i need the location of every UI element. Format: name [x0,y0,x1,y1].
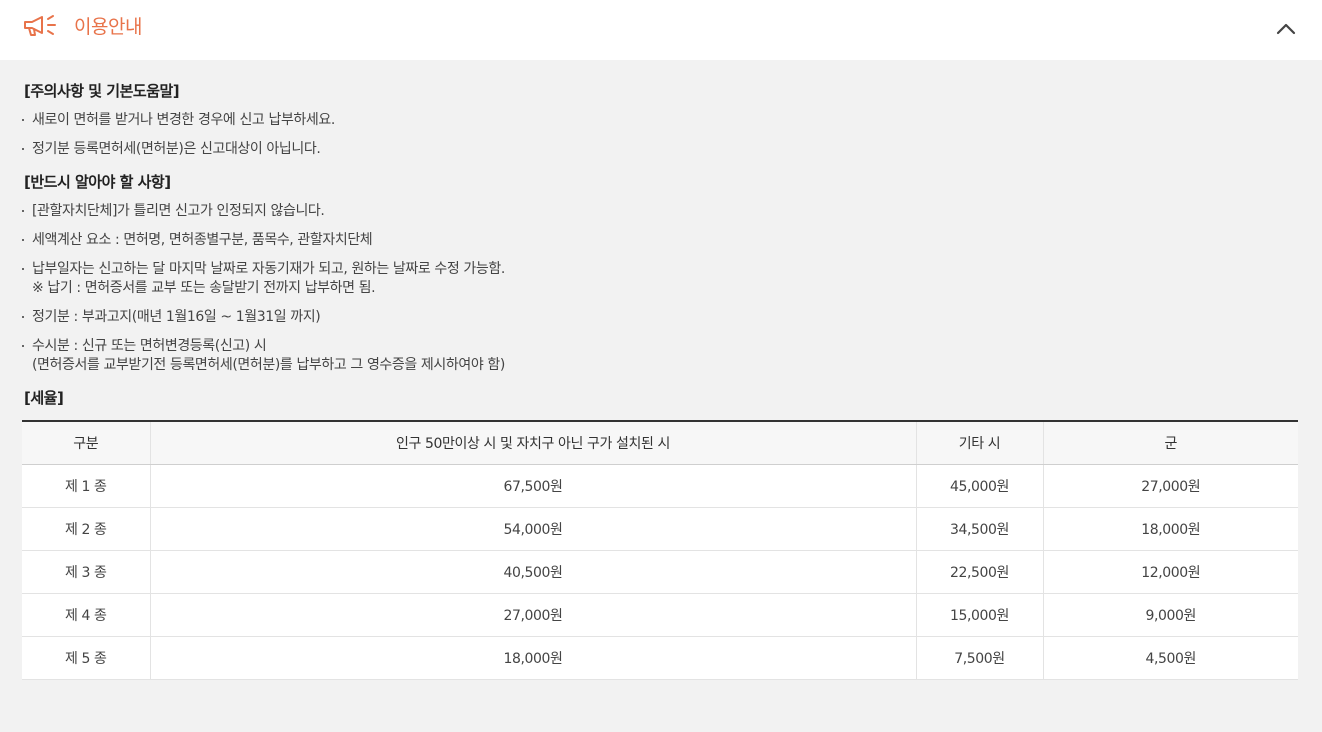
table-cell: 제 5 종 [22,636,150,680]
list-item-text: 정기분 : 부과고지(매년 1월16일 ~ 1월31일 까지) [32,309,321,325]
list-item: 새로이 면허를 받거나 변경한 경우에 신고 납부하세요. [22,111,1300,130]
table-cell: 제 4 종 [22,593,150,637]
guide-header: 이용안내 [0,0,1322,60]
list-item-text: 세액계산 요소 : 면허명, 면허종별구분, 품목수, 관할자치단체 [32,232,373,248]
section-notices: [주의사항 및 기본도움말] 새로이 면허를 받거나 변경한 경우에 신고 납부… [22,80,1300,159]
list-item: 정기분 : 부과고지(매년 1월16일 ~ 1월31일 까지) [22,308,1300,327]
list-item-text: 수시분 : 신규 또는 면허변경등록(신고) 시 [32,338,267,354]
table-row: 제 2 종 54,000원 34,500원 18,000원 [22,507,1298,551]
list-item: 수시분 : 신규 또는 면허변경등록(신고) 시 (면허증서를 교부받기전 등록… [22,337,1300,375]
table-row: 제 1 종 67,500원 45,000원 27,000원 [22,464,1298,508]
table-cell: 40,500원 [149,550,916,594]
table-cell: 34,500원 [915,507,1043,551]
list-item: 납부일자는 신고하는 달 마지막 날짜로 자동기재가 되고, 원하는 날짜로 수… [22,260,1300,298]
table-row: 제 4 종 27,000원 15,000원 9,000원 [22,593,1298,637]
table-cell: 45,000원 [915,464,1043,508]
table-cell: 4,500원 [1042,636,1298,680]
chevron-up-icon[interactable] [1272,14,1300,42]
table-row: 제 5 종 18,000원 7,500원 4,500원 [22,636,1298,680]
table-cell: 15,000원 [915,593,1043,637]
guide-title-group: 이용안내 [22,12,142,39]
table-row: 제 3 종 40,500원 22,500원 12,000원 [22,550,1298,594]
rates-heading: [세율] [24,389,64,407]
table-cell: 27,000원 [149,593,916,637]
guide-content: [주의사항 및 기본도움말] 새로이 면허를 받거나 변경한 경우에 신고 납부… [0,60,1322,680]
tax-rate-table: 구분 인구 50만이상 시 및 자치구 아닌 구가 설치된 시 기타 시 군 제… [22,420,1298,680]
table-cell: 9,000원 [1042,593,1298,637]
guide-title: 이용안내 [74,16,142,38]
list-item-text: 납부일자는 신고하는 달 마지막 날짜로 자동기재가 되고, 원하는 날짜로 수… [32,261,505,277]
table-cell: 27,000원 [1042,464,1298,508]
table-cell: 22,500원 [915,550,1043,594]
list-item-text: [관할자치단체]가 틀리면 신고가 인정되지 않습니다. [32,203,325,219]
table-cell: 54,000원 [149,507,916,551]
section-must-know: [반드시 알아야 할 사항] [관할자치단체]가 틀리면 신고가 인정되지 않습… [22,171,1300,375]
table-cell: 12,000원 [1042,550,1298,594]
column-header: 인구 50만이상 시 및 자치구 아닌 구가 설치된 시 [149,421,916,465]
table-cell: 18,000원 [1042,507,1298,551]
table-cell: 7,500원 [915,636,1043,680]
table-cell: 제 1 종 [22,464,150,508]
list-item-text: 새로이 면허를 받거나 변경한 경우에 신고 납부하세요. [32,112,335,128]
notice-list: 새로이 면허를 받거나 변경한 경우에 신고 납부하세요. 정기분 등록면허세(… [22,111,1300,159]
column-header: 기타 시 [915,421,1043,465]
list-item-subtext: (면허증서를 교부받기전 등록면허세(면허분)를 납부하고 그 영수증을 제시하… [32,357,505,373]
list-item: [관할자치단체]가 틀리면 신고가 인정되지 않습니다. [22,202,1300,221]
table-header-row: 구분 인구 50만이상 시 및 자치구 아닌 구가 설치된 시 기타 시 군 [22,421,1298,465]
column-header: 군 [1042,421,1298,465]
list-item: 세액계산 요소 : 면허명, 면허종별구분, 품목수, 관할자치단체 [22,231,1300,250]
megaphone-icon [24,14,56,36]
section-heading: [주의사항 및 기본도움말] [24,82,180,100]
table-cell: 제 3 종 [22,550,150,594]
must-know-list: [관할자치단체]가 틀리면 신고가 인정되지 않습니다. 세액계산 요소 : 면… [22,202,1300,375]
table-cell: 18,000원 [149,636,916,680]
table-cell: 제 2 종 [22,507,150,551]
list-item-text: 정기분 등록면허세(면허분)은 신고대상이 아닙니다. [32,141,321,157]
list-item-subtext: ※ 납기 : 면허증서를 교부 또는 송달받기 전까지 납부하면 됨. [32,280,376,296]
list-item: 정기분 등록면허세(면허분)은 신고대상이 아닙니다. [22,140,1300,159]
table-cell: 67,500원 [149,464,916,508]
column-header: 구분 [22,421,150,465]
section-heading: [반드시 알아야 할 사항] [24,173,171,191]
